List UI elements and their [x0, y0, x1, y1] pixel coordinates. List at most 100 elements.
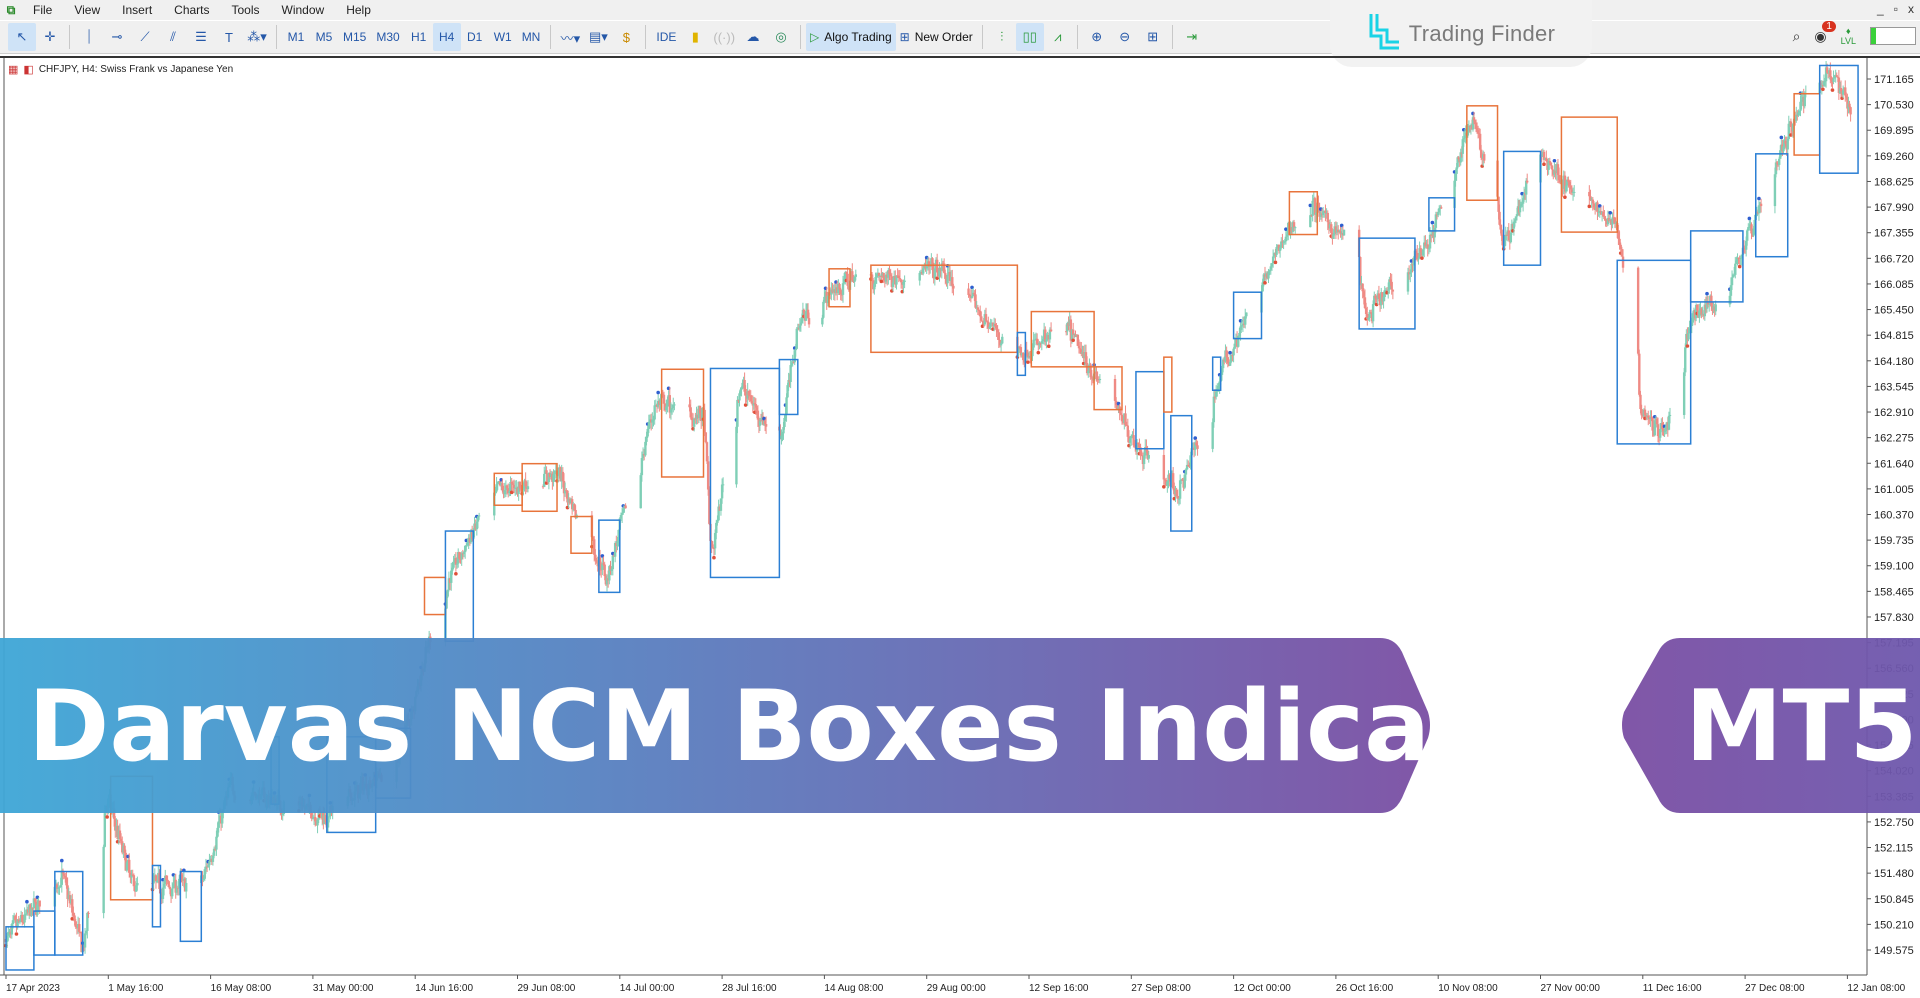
- app-icon: ⧉: [6, 2, 16, 17]
- menu-file[interactable]: File: [22, 3, 63, 17]
- new-order-button[interactable]: ⊞ New Order: [896, 23, 977, 51]
- timeframe-w1[interactable]: W1: [489, 23, 517, 51]
- candle-body: [309, 804, 312, 813]
- menu-window[interactable]: Window: [271, 3, 336, 17]
- swing-low-dot: [105, 815, 109, 819]
- candle-body: [1636, 267, 1640, 354]
- candle-body: [673, 404, 676, 406]
- candlestick-icon[interactable]: ▯▯: [1015, 23, 1044, 51]
- crosshair-icon[interactable]: ✛: [36, 23, 64, 51]
- level-icon[interactable]: ♦ LVL: [1841, 26, 1856, 46]
- fibonacci-icon[interactable]: ☰: [187, 23, 215, 51]
- timeframe-m15[interactable]: M15: [338, 23, 371, 51]
- ide-button[interactable]: IDE: [651, 23, 681, 51]
- candle-body: [1483, 154, 1486, 161]
- candle-body: [976, 307, 980, 310]
- candle-body: [87, 912, 90, 914]
- close-button[interactable]: x: [1908, 2, 1914, 16]
- shapes-icon[interactable]: ⁂▾: [243, 23, 271, 51]
- candle-body: [785, 397, 788, 415]
- timeframe-h1[interactable]: H1: [405, 23, 433, 51]
- menu-insert[interactable]: Insert: [111, 3, 163, 17]
- y-tick-label: 159.735: [1874, 535, 1914, 547]
- menu-view[interactable]: View: [63, 3, 111, 17]
- new-order-icon: ⊞: [899, 30, 910, 44]
- swing-high-dot: [656, 390, 660, 395]
- y-tick-label: 150.845: [1874, 894, 1914, 906]
- search-icon[interactable]: ⌕: [1793, 28, 1801, 45]
- timeframe-m5[interactable]: M5: [310, 23, 338, 51]
- vps-cloud-icon[interactable]: ☁: [739, 23, 767, 51]
- candle-body: [226, 787, 230, 798]
- y-tick-label: 155.925: [1874, 689, 1914, 701]
- swing-high-dot: [60, 858, 64, 863]
- radar-icon[interactable]: ◎: [767, 23, 795, 51]
- chart-type-icon[interactable]: ◧: [23, 63, 33, 76]
- signal-icon[interactable]: ((·)): [709, 23, 739, 51]
- timeframe-h4[interactable]: H4: [432, 23, 461, 51]
- line-chart-icon[interactable]: ⩘: [1044, 23, 1072, 51]
- menu-tools[interactable]: Tools: [221, 3, 271, 17]
- menu-charts[interactable]: Charts: [163, 3, 220, 17]
- candle-body: [1573, 191, 1576, 193]
- darvas-box-up: [33, 910, 56, 956]
- candle-body: [125, 862, 129, 871]
- timeframe-d1[interactable]: D1: [461, 23, 489, 51]
- swing-high-dot: [1552, 159, 1557, 163]
- timeframe-m30[interactable]: M30: [371, 23, 404, 51]
- autoscroll-icon[interactable]: ⇥: [1178, 23, 1206, 51]
- zoom-out-icon[interactable]: ⊖: [1111, 23, 1139, 51]
- indicators-icon[interactable]: 〰▾: [556, 23, 584, 51]
- vertical-line-icon[interactable]: ⏐: [75, 23, 103, 51]
- x-tick-label: 31 May 00:00: [313, 983, 374, 994]
- text-icon[interactable]: T: [215, 23, 243, 51]
- trendline-icon[interactable]: ⟋: [131, 23, 159, 51]
- candle-body: [1734, 263, 1737, 275]
- horizontal-line-icon[interactable]: ⊸: [103, 23, 131, 51]
- x-tick-label: 14 Aug 08:00: [824, 983, 883, 994]
- candle-body: [545, 470, 548, 474]
- x-tick-label: 14 Jun 16:00: [415, 983, 473, 994]
- chart-menu-icon[interactable]: ▦: [8, 63, 18, 76]
- tile-windows-icon[interactable]: ⊞: [1139, 23, 1167, 51]
- candle-body: [414, 696, 417, 712]
- swing-low-dot: [1036, 350, 1041, 355]
- templates-icon[interactable]: ▤▾: [584, 23, 612, 51]
- candle-body: [465, 545, 468, 547]
- chart-window[interactable]: 171.165 170.530 169.895 169.260 168.625 167.9…: [0, 56, 1920, 996]
- x-tick-label: 12 Sep 16:00: [1029, 983, 1089, 994]
- candle-body: [526, 486, 530, 490]
- swing-low-dot: [1830, 88, 1835, 92]
- candle-body: [1294, 227, 1297, 229]
- x-tick-label: 1 May 16:00: [108, 983, 163, 994]
- darvas-box-up: [1135, 370, 1165, 450]
- minimize-button[interactable]: _: [1877, 2, 1884, 16]
- candle-body: [735, 426, 738, 485]
- account-icon[interactable]: ◉ 1: [1814, 20, 1836, 45]
- timeframe-m1[interactable]: M1: [282, 23, 310, 51]
- zoom-in-icon[interactable]: ⊕: [1083, 23, 1111, 51]
- cursor-icon[interactable]: ↖: [8, 23, 36, 51]
- bar-chart-icon[interactable]: ⫶: [988, 23, 1016, 51]
- channel-icon[interactable]: ⫽: [159, 23, 187, 51]
- x-tick-label: 11 Dec 16:00: [1643, 983, 1702, 994]
- candle-body: [1714, 304, 1717, 312]
- algo-trading-button[interactable]: ▷ Algo Trading: [806, 23, 896, 51]
- candle-body: [1746, 230, 1749, 241]
- market-icon[interactable]: $: [612, 23, 640, 51]
- candle-body: [233, 795, 237, 800]
- candle-body: [1311, 200, 1314, 216]
- shopping-bag-icon[interactable]: ▮: [681, 23, 709, 51]
- swing-high-dot: [272, 791, 277, 795]
- darvas-box-down: [423, 576, 447, 616]
- price-chart[interactable]: 171.165 170.530 169.895 169.260 168.625 167.9…: [0, 58, 1920, 998]
- candle-body: [1759, 203, 1763, 207]
- candle-body: [624, 505, 627, 509]
- timeframe-mn[interactable]: MN: [517, 23, 546, 51]
- candle-body: [706, 461, 710, 490]
- candle-body: [807, 318, 811, 325]
- candle-body: [354, 787, 358, 792]
- candle-body: [1390, 281, 1393, 290]
- restore-button[interactable]: ▫: [1894, 2, 1898, 16]
- menu-help[interactable]: Help: [335, 3, 382, 17]
